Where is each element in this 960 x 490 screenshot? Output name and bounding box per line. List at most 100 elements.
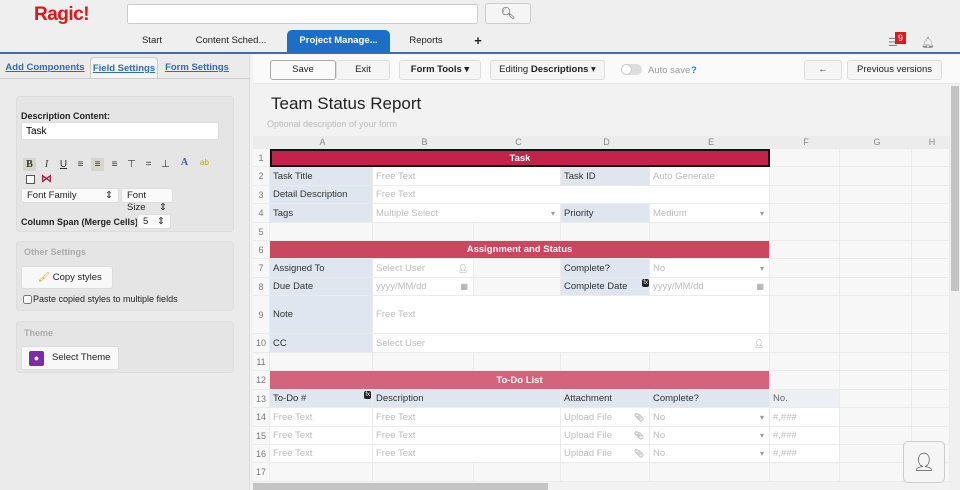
grid-cell[interactable] [912,223,950,241]
row-number-17[interactable]: 17 [253,463,270,482]
row-number-2[interactable]: 2 [253,167,270,186]
grid-cell[interactable] [770,259,840,278]
form-title[interactable]: Team Status Report [271,94,421,114]
nav-tab-start[interactable]: Start [128,30,176,52]
field-input-priority[interactable]: Medium ▾ [650,204,770,223]
subtable-cell[interactable]: No ▾ [650,445,770,463]
grid-cell[interactable] [373,463,474,482]
horizontal-scrollbar[interactable] [253,483,548,490]
field-input-task-title[interactable]: Free Text [373,167,561,186]
row-number-13[interactable]: 13 [253,390,270,408]
grid-cell[interactable] [770,186,840,204]
field-label-task-id[interactable]: Task ID [561,167,650,186]
align-right-button[interactable]: ≡ [108,158,121,171]
subtable-cell[interactable]: Free Text [373,408,561,427]
auto-save-toggle[interactable] [621,64,642,75]
font-color-icon[interactable]: A [178,156,191,169]
grid-cell[interactable] [840,204,912,223]
grid-cell[interactable] [770,204,840,223]
tab-form-settings[interactable]: Form Settings [162,57,232,78]
grid-cell[interactable] [561,353,650,371]
grid-cell[interactable] [912,371,950,390]
formula-icon[interactable]: fx [642,279,649,287]
grid-cell[interactable] [912,259,950,278]
grid-cell[interactable] [912,241,950,259]
row-number-4[interactable]: 4 [253,204,270,223]
bell-icon[interactable]: 🔔︎ [921,36,935,49]
add-tab-button[interactable]: + [470,30,486,52]
copy-styles-button[interactable]: 🖌︎ Copy styles [21,266,113,289]
field-label-priority[interactable]: Priority [561,204,650,223]
valign-top-button[interactable]: ⊤ [125,158,138,171]
column-header-F[interactable]: F [770,136,840,149]
valign-bottom-button[interactable]: ⊥ [159,158,172,171]
subtable-cell[interactable]: Upload File 📎︎ [561,445,650,463]
row-number-12[interactable]: 12 [253,371,270,390]
grid-cell[interactable] [770,149,840,167]
field-input-cc[interactable]: Select User 👤︎ [373,334,770,353]
subtable-cell[interactable]: Upload File 📎︎ [561,408,650,427]
field-input-task-id[interactable]: Auto Generate [650,167,770,186]
column-header-E[interactable]: E [650,136,770,149]
grid-cell[interactable] [770,223,840,241]
grid-cell[interactable] [912,408,950,427]
field-input-tags[interactable]: Multiple Select ▾ [373,204,561,223]
subtable-cell[interactable]: #,### [770,408,840,427]
grid-cell[interactable] [840,408,912,427]
align-left-button[interactable]: ≡ [74,158,87,171]
grid-cell[interactable] [270,353,373,371]
grid-cell[interactable] [650,353,770,371]
field-label-detail-description[interactable]: Detail Description [270,186,373,204]
subtable-cell[interactable]: #,### [770,427,840,445]
previous-versions-button[interactable]: Previous versions [847,60,942,80]
nav-tab-reports[interactable]: Reports [400,30,452,52]
field-label-complete-date[interactable]: Complete Date fx [561,278,650,296]
grid-cell[interactable] [840,334,912,353]
subtable-header-0[interactable]: To-Do # fx [270,390,373,408]
subtable-cell[interactable]: Free Text [270,445,373,463]
nav-tab-content-schedule[interactable]: Content Sched... [188,30,274,52]
grid-cell[interactable] [770,463,840,482]
grid-cell[interactable] [840,223,912,241]
field-label-assigned-to[interactable]: Assigned To [270,259,373,278]
section-header-task[interactable]: Task [270,149,770,167]
grid-cell[interactable] [474,353,561,371]
font-size-select[interactable]: Font Size ⇕ [121,188,173,213]
subtable-cell[interactable]: Free Text [373,427,561,445]
row-number-8[interactable]: 8 [253,278,270,296]
column-header-B[interactable]: B [373,136,474,149]
row-number-14[interactable]: 14 [253,408,270,427]
save-button[interactable]: Save [270,60,336,80]
editing-mode-button[interactable]: Editing Descriptions ▾ [490,60,605,80]
grid-cell[interactable] [373,353,474,371]
grid-cell[interactable] [650,223,770,241]
paste-multiple-checkbox[interactable] [23,295,32,304]
grid-cell[interactable] [770,353,840,371]
grid-cell[interactable] [840,186,912,204]
column-header-D[interactable]: D [561,136,650,149]
row-number-10[interactable]: 10 [253,334,270,353]
row-number-1[interactable]: 1 [253,149,270,167]
section-header-todo[interactable]: To-Do List [270,371,770,390]
field-input-note[interactable]: Free Text [373,296,770,334]
grid-cell[interactable] [840,167,912,186]
align-center-button[interactable]: ≡ [91,158,104,171]
subtable-header-2[interactable]: Attachment [561,390,650,408]
underline-button[interactable]: U [57,158,70,171]
row-number-7[interactable]: 7 [253,259,270,278]
field-label-note[interactable]: Note [270,296,373,334]
row-number-3[interactable]: 3 [253,186,270,204]
subtable-cell[interactable]: Free Text [270,408,373,427]
description-input[interactable] [21,122,219,140]
auto-save-help-icon[interactable]: ? [691,65,697,76]
unmerge-icon[interactable]: ⋈ [41,172,52,185]
grid-cell[interactable] [561,223,650,241]
bold-button[interactable]: B [23,158,36,171]
grid-cell[interactable] [770,167,840,186]
row-number-16[interactable]: 16 [253,445,270,463]
tab-field-settings[interactable]: Field Settings [90,57,158,78]
column-span-select[interactable]: 5 ⇕ [137,214,171,229]
grid-cell[interactable] [474,278,561,296]
column-header-H[interactable]: H [912,136,950,149]
grid-cell[interactable] [840,296,912,334]
